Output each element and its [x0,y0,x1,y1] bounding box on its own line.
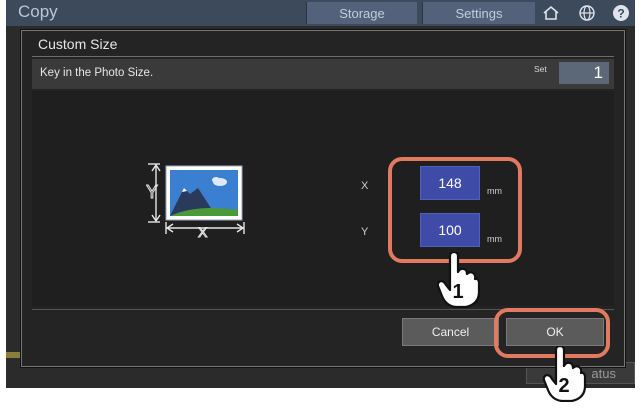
set-label: Set [534,64,547,74]
x-dimension-label: X [198,224,208,238]
inputs-highlight [388,157,522,263]
background-strip [6,352,22,358]
dialog-header-bar: Key in the Photo Size. Set 1 [32,59,614,89]
y-dimension-label: Y [146,182,158,202]
title-divider [32,56,614,57]
step-1-number: 1 [452,281,463,303]
svg-text:?: ? [617,7,624,21]
tab-settings[interactable]: Settings [422,2,535,24]
dialog-title: Custom Size [38,36,118,52]
step-2-number: 2 [558,375,569,397]
tab-storage[interactable]: Storage [306,2,417,24]
pointing-hand-icon: 2 [542,344,588,407]
help-icon[interactable]: ? [606,2,635,24]
y-input-label: Y [361,226,369,238]
top-bar: Copy Storage Settings ? [6,0,635,26]
x-input-label: X [361,180,369,192]
photo-size-illustration: Y X [146,158,250,243]
photo-icon: Y X [146,163,245,241]
dialog-content [32,91,614,306]
app-title: Copy [18,2,58,21]
instruction-text: Key in the Photo Size. [40,67,154,79]
pointing-hand-icon: 1 [436,250,482,313]
cancel-button[interactable]: Cancel [402,318,499,346]
set-count: 1 [559,62,609,84]
home-icon[interactable] [536,2,566,24]
globe-icon[interactable] [572,2,602,24]
